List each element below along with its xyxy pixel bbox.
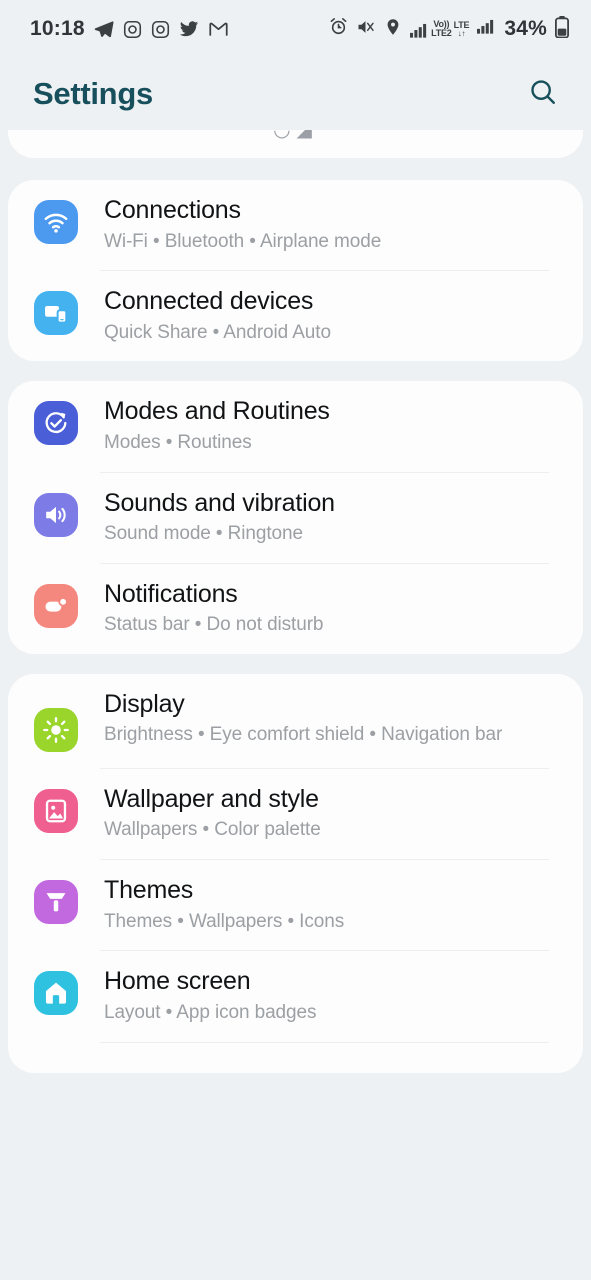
home-screen-icon — [34, 971, 78, 1016]
row-title: Wallpaper and style — [104, 784, 319, 813]
row-title: Sounds and vibration — [104, 488, 335, 517]
wallpaper-image-icon — [34, 788, 78, 833]
alarm-icon — [329, 17, 348, 41]
search-button[interactable] — [521, 72, 565, 116]
icon-container — [8, 489, 104, 537]
row-text: Modes and Routines Modes • Routines — [104, 397, 557, 455]
icon-container — [8, 580, 104, 628]
location-icon — [384, 18, 402, 41]
settings-row-sounds-and-vibration[interactable]: Sounds and vibration Sound mode • Ringto… — [8, 473, 583, 563]
icon-container — [8, 876, 104, 925]
status-bar-left: 10:18 — [30, 17, 229, 41]
row-subtitle: Wi-Fi • Bluetooth • Airplane mode — [104, 230, 382, 252]
modes-sounds-card: Modes and Routines Modes • Routines Soun… — [8, 381, 583, 654]
row-subtitle: Brightness • Eye comfort shield • Naviga… — [104, 724, 503, 746]
row-text: Themes Themes • Wallpapers • Icons — [104, 876, 557, 934]
row-subtitle: Layout • App icon badges — [104, 1001, 317, 1023]
row-text: Connections Wi-Fi • Bluetooth • Airplane… — [104, 196, 557, 254]
icon-container — [8, 196, 104, 244]
row-text: Wallpaper and style Wallpapers • Color p… — [104, 785, 557, 843]
row-title: Connections — [104, 196, 241, 224]
signal-icon — [477, 19, 496, 39]
row-subtitle: Wallpapers • Color palette — [104, 819, 321, 841]
row-text: Sounds and vibration Sound mode • Ringto… — [104, 489, 557, 547]
status-bar-right: Vo)) LTE2 LTE ↓↑ 34% — [329, 15, 569, 43]
settings-row-display[interactable]: Display Brightness • Eye comfort shield … — [8, 674, 583, 768]
connected-devices-icon — [34, 291, 78, 336]
row-text: Connected devices Quick Share • Android … — [104, 287, 557, 345]
status-bar-clock: 10:18 — [30, 17, 85, 40]
settings-row-connections[interactable]: Connections Wi-Fi • Bluetooth • Airplane… — [8, 180, 583, 270]
scrolled-off-card[interactable]: ◡◢ — [8, 130, 583, 158]
row-title: Home screen — [104, 967, 251, 996]
settings-row-home-screen[interactable]: Home screen Layout • App icon badges — [8, 951, 583, 1041]
twitter-icon — [179, 19, 199, 39]
row-text: Notifications Status bar • Do not distur… — [104, 580, 557, 638]
settings-scroll-area[interactable]: ◡◢ Connections Wi-Fi • Bluetooth • Airpl… — [0, 130, 591, 1280]
icon-container — [8, 397, 104, 446]
signal-icon: Vo)) LTE2 LTE ↓↑ — [410, 19, 470, 38]
settings-row-notifications[interactable]: Notifications Status bar • Do not distur… — [8, 564, 583, 654]
modes-routines-icon — [34, 401, 78, 446]
icon-container — [8, 967, 104, 1016]
row-text: Display Brightness • Eye comfort shield … — [104, 690, 557, 748]
row-subtitle: Sound mode • Ringtone — [104, 523, 303, 545]
telegram-icon — [94, 19, 114, 39]
settings-row-partial-next[interactable] — [8, 1043, 583, 1073]
battery-icon — [554, 15, 569, 43]
status-bar: 10:18 Vo)) LTE2 LTE ↓↑ 34% — [0, 0, 591, 58]
row-title: Modes and Routines — [104, 397, 330, 426]
settings-row-connected-devices[interactable]: Connected devices Quick Share • Android … — [8, 271, 583, 361]
row-title: Connected devices — [104, 287, 314, 316]
row-text: Home screen Layout • App icon badges — [104, 967, 557, 1025]
instagram-icon — [151, 20, 170, 39]
row-subtitle: Quick Share • Android Auto — [104, 321, 331, 343]
display-card: Display Brightness • Eye comfort shield … — [8, 673, 583, 1073]
row-title: Display — [104, 689, 185, 718]
icon-container — [8, 690, 104, 752]
row-title: Themes — [104, 876, 194, 905]
notifications-icon — [34, 583, 78, 628]
row-title: Notifications — [104, 579, 238, 608]
app-header: Settings — [0, 58, 591, 130]
partial-glyph: ◡◢ — [273, 130, 318, 141]
row-subtitle: Status bar • Do not disturb — [104, 614, 324, 636]
page-title: Settings — [33, 76, 153, 111]
instagram-icon — [123, 20, 142, 39]
lte-data-label: LTE ↓↑ — [453, 20, 470, 38]
row-subtitle: Themes • Wallpapers • Icons — [104, 910, 345, 932]
connections-card: Connections Wi-Fi • Bluetooth • Airplane… — [8, 180, 583, 362]
icon-container — [8, 785, 104, 833]
sound-speaker-icon — [34, 492, 78, 537]
icon-container — [8, 287, 104, 336]
settings-row-themes[interactable]: Themes Themes • Wallpapers • Icons — [8, 860, 583, 950]
search-icon — [528, 77, 558, 112]
gmail-icon — [208, 19, 229, 40]
settings-row-wallpaper-and-style[interactable]: Wallpaper and style Wallpapers • Color p… — [8, 769, 583, 859]
battery-percent-label: 34% — [504, 17, 547, 40]
volte-lte2-label: Vo)) LTE2 — [431, 19, 452, 38]
row-subtitle: Modes • Routines — [104, 431, 252, 453]
brightness-sun-icon — [34, 707, 78, 752]
themes-brush-icon — [34, 880, 78, 925]
vibrate-mute-icon — [356, 17, 376, 42]
settings-row-modes-and-routines[interactable]: Modes and Routines Modes • Routines — [8, 381, 583, 471]
wifi-icon — [34, 200, 78, 244]
